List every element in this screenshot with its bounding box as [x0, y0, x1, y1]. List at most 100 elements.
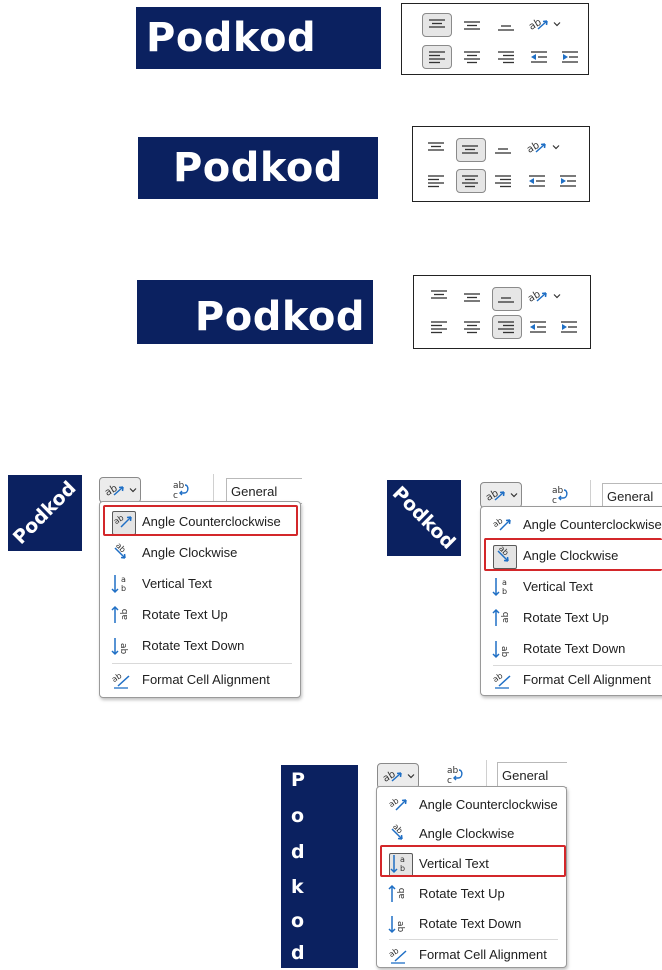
- orientation-icon: [104, 482, 126, 498]
- menu-item-label: Angle Clockwise: [142, 545, 238, 560]
- menu-item-rotate-text-up[interactable]: Rotate Text Up: [481, 602, 662, 633]
- rotate-text-up-icon: [491, 607, 513, 629]
- vertical-text-icon: [110, 573, 132, 595]
- align-right-icon[interactable]: [496, 50, 516, 64]
- increase-indent-icon[interactable]: [560, 50, 580, 64]
- chevron-down-icon[interactable]: [553, 293, 561, 299]
- vertical-letter: P: [291, 769, 305, 791]
- orientation-button[interactable]: [480, 482, 522, 508]
- rotate-text-up-icon: [110, 604, 132, 626]
- menu-item-angle-counterclockwise[interactable]: Angle Counterclockwise: [481, 509, 662, 540]
- rotate-text-down-icon: [491, 638, 513, 660]
- align-center-icon[interactable]: [460, 174, 480, 188]
- align-left-icon[interactable]: [426, 174, 446, 188]
- rotate-text-down-icon: [387, 913, 409, 935]
- cell-podkod-bottom-right: Podkod: [137, 280, 373, 344]
- middle-align-icon[interactable]: [462, 290, 482, 304]
- menu-item-label: Vertical Text: [523, 579, 593, 594]
- orientation-icon: [382, 768, 404, 784]
- menu-item-label: Angle Clockwise: [419, 826, 515, 841]
- orientation-icon[interactable]: [527, 288, 549, 304]
- format-cell-alignment-icon: [491, 669, 513, 691]
- menu-item-label: Format Cell Alignment: [142, 672, 270, 687]
- menu-item-rotate-text-up[interactable]: Rotate Text Up: [100, 599, 300, 630]
- cell-text: Podkod: [9, 477, 81, 549]
- middle-align-icon[interactable]: [462, 18, 482, 32]
- orientation-menu: Angle Counterclockwise Angle Clockwise V…: [480, 506, 662, 696]
- increase-indent-icon[interactable]: [559, 320, 579, 334]
- format-cell-alignment-icon: [110, 669, 132, 691]
- number-format-box[interactable]: General: [497, 762, 567, 788]
- rotate-text-down-icon: [110, 635, 132, 657]
- top-align-icon[interactable]: [426, 141, 446, 155]
- align-left-icon[interactable]: [427, 50, 447, 64]
- alignment-group: [401, 3, 589, 75]
- vertical-letter: d: [291, 942, 305, 964]
- chevron-down-icon: [407, 773, 415, 779]
- menu-item-format-cell-alignment[interactable]: Format Cell Alignment: [100, 664, 300, 695]
- number-format-value: General: [502, 767, 549, 783]
- align-center-icon[interactable]: [462, 320, 482, 334]
- decrease-indent-icon[interactable]: [528, 320, 548, 334]
- menu-item-format-cell-alignment[interactable]: Format Cell Alignment: [377, 939, 566, 970]
- align-left-icon[interactable]: [429, 320, 449, 334]
- wrap-text-icon[interactable]: [549, 484, 571, 506]
- format-cell-alignment-icon: [387, 944, 409, 966]
- menu-item-label: Rotate Text Up: [523, 610, 609, 625]
- cell-podkod-angled-ccw: Podkod: [8, 475, 82, 551]
- orientation-menu: Angle Counterclockwise Angle Clockwise V…: [376, 786, 567, 968]
- chevron-down-icon[interactable]: [552, 144, 560, 150]
- chevron-down-icon: [129, 487, 137, 493]
- align-right-icon[interactable]: [493, 174, 513, 188]
- angle-clockwise-icon: [387, 823, 409, 845]
- menu-item-format-cell-alignment[interactable]: Format Cell Alignment: [481, 664, 662, 695]
- vertical-letter: k: [291, 876, 304, 898]
- increase-indent-icon[interactable]: [558, 174, 578, 188]
- top-align-icon[interactable]: [427, 18, 447, 32]
- menu-item-vertical-text[interactable]: Vertical Text: [100, 568, 300, 599]
- menu-item-label: Rotate Text Down: [523, 641, 626, 656]
- orientation-icon[interactable]: [526, 139, 548, 155]
- align-right-icon[interactable]: [496, 320, 516, 334]
- cell-text: Podkod: [194, 294, 365, 340]
- cell-podkod-vertical: P o d k o d: [281, 765, 358, 968]
- alignment-group: [413, 275, 591, 349]
- menu-item-vertical-text[interactable]: Vertical Text: [481, 571, 662, 602]
- number-format-value: General: [607, 488, 654, 504]
- cell-podkod-center: Podkod: [138, 137, 378, 199]
- bottom-align-icon[interactable]: [496, 290, 516, 304]
- cell-text: Podkod: [146, 15, 317, 61]
- highlight-box: [380, 845, 566, 877]
- vertical-text-icon: [491, 576, 513, 598]
- chevron-down-icon: [510, 492, 518, 498]
- angle-counterclockwise-icon: [387, 794, 409, 816]
- menu-item-angle-clockwise[interactable]: Angle Clockwise: [100, 537, 300, 568]
- menu-item-rotate-text-down[interactable]: Rotate Text Down: [100, 630, 300, 661]
- orientation-button[interactable]: [99, 477, 141, 503]
- menu-item-rotate-text-down[interactable]: Rotate Text Down: [481, 633, 662, 664]
- menu-item-angle-counterclockwise[interactable]: Angle Counterclockwise: [377, 789, 566, 820]
- chevron-down-icon[interactable]: [553, 21, 561, 27]
- menu-item-label: Angle Counterclockwise: [523, 517, 662, 532]
- decrease-indent-icon[interactable]: [527, 174, 547, 188]
- menu-item-label: Rotate Text Down: [419, 916, 522, 931]
- alignment-group: [412, 126, 590, 202]
- number-format-value: General: [231, 483, 278, 499]
- angle-counterclockwise-icon: [491, 514, 513, 536]
- bottom-align-icon[interactable]: [493, 141, 513, 155]
- menu-item-label: Rotate Text Down: [142, 638, 245, 653]
- highlight-box: [103, 505, 298, 536]
- wrap-text-icon[interactable]: [444, 764, 466, 786]
- wrap-text-icon[interactable]: [170, 479, 192, 501]
- orientation-icon: [485, 487, 507, 503]
- middle-align-icon[interactable]: [460, 142, 480, 156]
- vertical-letter: d: [291, 841, 305, 863]
- menu-item-rotate-text-down[interactable]: Rotate Text Down: [377, 908, 566, 939]
- top-align-icon[interactable]: [429, 289, 449, 303]
- decrease-indent-icon[interactable]: [529, 50, 549, 64]
- menu-item-rotate-text-up[interactable]: Rotate Text Up: [377, 878, 566, 909]
- orientation-icon[interactable]: [528, 16, 550, 32]
- align-center-icon[interactable]: [462, 50, 482, 64]
- bottom-align-icon[interactable]: [496, 18, 516, 32]
- cell-text: Podkod: [388, 482, 460, 554]
